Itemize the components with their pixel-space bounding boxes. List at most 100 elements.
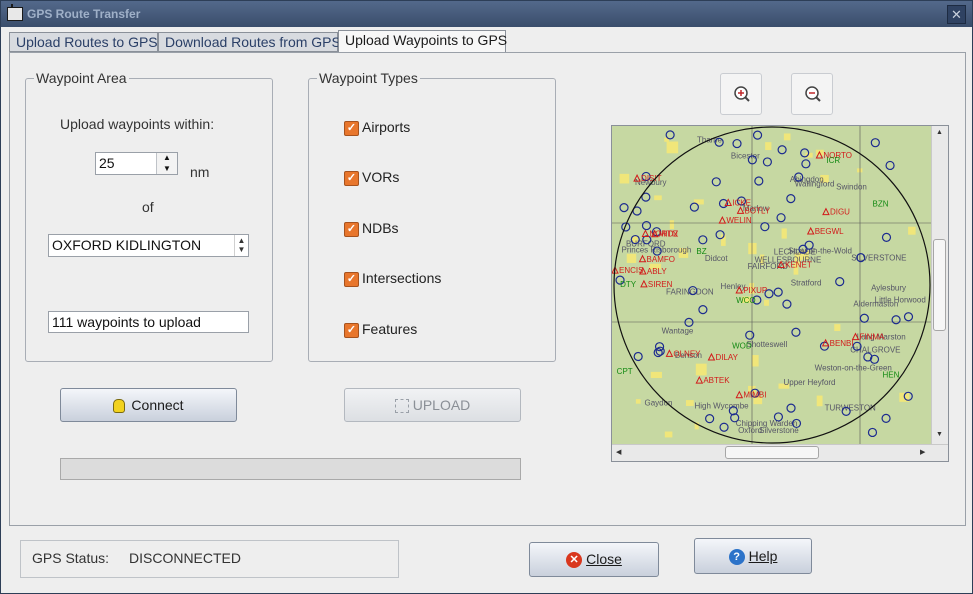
radius-unit: nm [190,164,210,180]
map-place-label: Weston-on-the-Green [815,364,892,373]
waypoint-area-legend: Waypoint Area [34,70,129,86]
map-waypoint-label: BAMFO [647,255,675,264]
map-town-patch [626,253,637,263]
map-navaid-icon [665,130,675,140]
tab-upload-waypoints[interactable]: Upload Waypoints to GPS [338,30,507,53]
map-navaid-icon [903,312,914,322]
main-window: GPS Route Transfer ✕ Upload Routes to GP… [0,0,973,594]
close-button[interactable]: ✕ Close [529,542,659,577]
upload-icon [394,399,409,414]
map-waypoint-label: ICKE [732,198,751,207]
center-value: OXFORD KIDLINGTON [52,237,202,253]
map-navaid-icon [773,287,783,297]
zoom-in-button[interactable] [720,73,762,115]
map-vertical-scrollbar[interactable]: ▲ ▼ [931,126,948,446]
spin-up-icon[interactable]: ▲ [157,153,177,164]
scroll-down-icon[interactable]: ▼ [936,431,943,438]
map-town-patch [908,226,916,235]
map-town-patch [654,195,662,201]
center-select[interactable]: OXFORD KIDLINGTON ▲ ▼ [48,234,249,257]
map-town-patch [781,228,787,239]
select-arrows-icon[interactable]: ▲ ▼ [234,235,248,256]
upload-button[interactable]: UPLOAD [344,388,521,422]
map-waypoint-label: MIMBI [743,391,766,400]
map-town-patch [751,355,759,367]
map-airport-icon [638,254,647,263]
waypoint-types-legend: Waypoint Types [317,70,420,86]
checkbox-check-icon[interactable]: ✓ [344,222,359,237]
map-town-patch [666,141,679,154]
waypoint-types-group: Waypoint Types ✓ Airports ✓ VORs ✓ NDBs … [308,70,556,362]
map-navaid-icon [760,222,770,232]
map-waypoint-label: WELIN [726,216,752,225]
map-airport-icon [695,375,704,384]
title-bar: GPS Route Transfer ✕ [1,1,972,27]
map-ndb-label: BZ [696,247,706,256]
checkbox-check-icon[interactable]: ✓ [344,171,359,186]
map-place-label: Henley [721,282,746,291]
radius-spinner[interactable]: ▲ ▼ [156,153,177,174]
map-place-label: Silverstone [759,426,799,435]
scroll-up-icon[interactable]: ▲ [936,129,943,136]
checkbox-label: Airports [362,119,411,135]
map-place-label: Stratford [791,279,822,288]
map-horizontal-scrollbar[interactable]: ◀ ▶ [612,444,948,461]
map-navaid-icon [801,159,811,169]
map-waypoint-label: BOTLY [745,206,771,215]
map-ndb-label: BZN [873,200,889,209]
scroll-right-icon[interactable]: ▶ [920,448,925,456]
map-navaid-icon [732,138,742,149]
map-ndb-label: HEN [882,371,899,380]
map-ndb-label: WOD [732,341,752,350]
of-label: of [142,199,154,215]
map-airport-icon [718,216,727,224]
map-airport-icon [735,390,744,399]
map-waypoint-label: NORTN [649,229,678,238]
map-navaid-icon [705,414,715,424]
map-town-patch [619,173,630,184]
connect-button[interactable]: Connect [60,388,237,422]
map-navaid-icon [786,194,796,204]
map-canvas[interactable]: WELLESBOURNEGaydonStratfordLong MarstonC… [612,126,932,446]
checkbox-label: Features [362,321,418,337]
map-waypoint-label: FINMA [859,333,885,342]
map-waypoint-label: KENET [785,260,812,269]
map-town-patch [635,399,641,404]
tab-download-routes[interactable]: Download Routes from GPS [158,32,341,52]
map-airport-icon [806,226,815,235]
horizontal-scroll-thumb[interactable] [725,446,819,459]
checkbox-label: Intersections [362,270,442,286]
map-navaid-icon [698,235,708,245]
map-waypoint-label: PIXUP [743,286,767,295]
map-town-patch [783,133,791,141]
lightbulb-icon [113,399,126,414]
checkbox-check-icon[interactable]: ✓ [344,272,359,287]
help-button[interactable]: ? Help [694,538,812,574]
map-navaid-icon [698,305,708,315]
tab-upload-routes[interactable]: Upload Routes to GPS [9,32,158,52]
close-label: Close [586,551,622,567]
radius-stepper[interactable]: 25 ▲ ▼ [95,152,178,175]
map-town-patch [748,242,757,255]
map-navaid-icon [881,413,891,423]
zoom-out-button[interactable] [791,73,833,115]
map-place-label: Upper Heyford [783,378,835,387]
checkbox-check-icon[interactable]: ✓ [344,323,359,338]
checkbox-check-icon[interactable]: ✓ [344,121,359,136]
map-waypoint-label: SIREN [648,280,673,289]
map-navaid-icon [881,232,892,242]
vertical-scroll-thumb[interactable] [933,239,946,331]
map-town-patch [664,431,673,438]
map-view[interactable]: WELLESBOURNE Gaydon Stratford Long Marston C… [611,125,949,462]
gps-status-label: GPS Status: [32,550,110,566]
map-navaid-icon [786,403,796,413]
map-navaid-icon [891,315,901,325]
window-close-button[interactable]: ✕ [947,5,966,24]
scroll-left-icon[interactable]: ◀ [616,448,621,456]
map-navaid-icon [719,422,729,432]
checkbox-label: VORs [362,169,400,185]
map-place-label: Didcot [705,254,728,263]
map-place-label: Oxford [738,426,762,435]
map-navaid-icon [870,138,880,148]
spin-down-icon[interactable]: ▼ [157,164,177,175]
